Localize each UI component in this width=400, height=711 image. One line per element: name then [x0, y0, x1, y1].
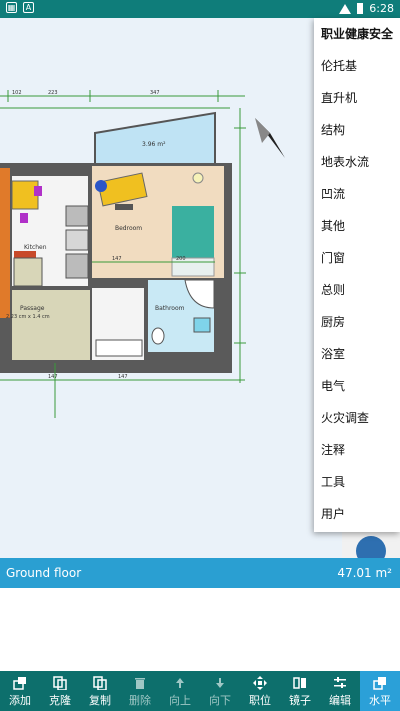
move-down-label: 向下	[209, 694, 231, 707]
sink	[65, 253, 89, 279]
menu-item[interactable]: 门窗	[314, 242, 400, 274]
menu-item[interactable]: 火灾调查	[314, 402, 400, 434]
menu-item[interactable]: 直升机	[314, 82, 400, 114]
add-icon	[13, 677, 26, 690]
kitchen-chair	[20, 213, 28, 223]
passage-closet	[13, 257, 43, 287]
battery-icon	[357, 3, 364, 14]
copy-button[interactable]: 复制	[80, 671, 120, 711]
desk-chair	[115, 204, 133, 210]
signal-icon	[339, 3, 352, 14]
kitchen-chair	[34, 186, 42, 196]
room-label-passage: Passage	[20, 305, 45, 312]
dimension-label: 147	[118, 374, 128, 380]
clock: 6:28	[369, 2, 394, 15]
menu-item[interactable]: 工具	[314, 466, 400, 498]
menu-item[interactable]: 结构	[314, 114, 400, 146]
room-label-bathroom: Bathroom	[155, 305, 185, 312]
arrow-down-icon	[216, 678, 224, 688]
bench	[95, 339, 143, 357]
clone-icon	[53, 676, 67, 690]
menu-item[interactable]: 其他	[314, 210, 400, 242]
menu-item[interactable]: 浴室	[314, 338, 400, 370]
stove	[65, 205, 89, 227]
lamp	[192, 172, 204, 184]
menu-item[interactable]: 凹流	[314, 178, 400, 210]
dimension-label: 223	[48, 90, 58, 96]
floor-bar[interactable]: Ground floor 47.01 m²	[0, 558, 400, 588]
clone-label: 克隆	[49, 694, 71, 707]
category-menu[interactable]: 职业健康安全 伦托基 直升机 结构 地表水流 凹流 其他 门窗 总则 厨房 浴室…	[314, 18, 400, 532]
layers-icon	[373, 677, 386, 690]
edit-label: 编辑	[329, 694, 351, 707]
bed	[172, 206, 214, 258]
dimension-label: 347	[150, 90, 160, 96]
bottom-toolbar: 添加 克隆 复制 删除 向上 向下 职位 镜子 编辑 水平	[0, 671, 400, 711]
copy-label: 复制	[89, 694, 111, 707]
floor-area: 47.01 m²	[337, 566, 392, 580]
menu-item[interactable]: 厨房	[314, 306, 400, 338]
delete-label: 删除	[129, 694, 151, 707]
menu-item[interactable]: 注释	[314, 434, 400, 466]
mirror-button[interactable]: 镜子	[280, 671, 320, 711]
copy-icon	[93, 676, 107, 690]
dimension-label: 200	[176, 256, 186, 262]
horizontal-label: 水平	[369, 694, 391, 707]
trash-icon	[135, 678, 145, 689]
passage-floor	[12, 290, 90, 360]
move-up-label: 向上	[169, 694, 191, 707]
floor-name: Ground floor	[6, 566, 82, 580]
dimension-label: 147	[112, 256, 122, 262]
clone-button[interactable]: 克隆	[40, 671, 80, 711]
passage-size-label: 2.23 cm x 1.4 cm	[6, 314, 50, 320]
notification-icon: ▦	[6, 2, 17, 13]
status-bar: ▦ A 6:28	[0, 0, 400, 18]
move-up-button[interactable]: 向上	[160, 671, 200, 711]
north-arrow-shadow	[255, 118, 270, 143]
position-button[interactable]: 职位	[240, 671, 280, 711]
delete-button[interactable]: 删除	[120, 671, 160, 711]
position-label: 职位	[249, 694, 271, 707]
add-label: 添加	[9, 694, 31, 707]
left-room	[0, 168, 10, 318]
washbasin	[193, 317, 211, 333]
menu-item[interactable]: 电气	[314, 370, 400, 402]
menu-item[interactable]: 用户	[314, 498, 400, 530]
menu-item[interactable]: 总则	[314, 274, 400, 306]
mirror-icon	[293, 677, 306, 689]
balcony-area-label: 3.96 m²	[142, 141, 166, 148]
horizontal-button[interactable]: 水平	[360, 671, 400, 711]
move-down-button[interactable]: 向下	[200, 671, 240, 711]
sliders-icon	[334, 677, 346, 688]
chair	[95, 180, 107, 192]
mirror-label: 镜子	[289, 694, 311, 707]
add-button[interactable]: 添加	[0, 671, 40, 711]
move-icon	[253, 676, 267, 690]
arrow-up-icon	[176, 678, 184, 688]
room-label-kitchen: Kitchen	[24, 244, 47, 251]
menu-item[interactable]: 伦托基	[314, 50, 400, 82]
dimension-label: 102	[12, 90, 22, 96]
edit-button[interactable]: 编辑	[320, 671, 360, 711]
menu-item[interactable]: 地表水流	[314, 146, 400, 178]
room-label-bedroom: Bedroom	[115, 225, 142, 232]
app-notification-icon: A	[23, 2, 34, 13]
dimension-label: 147	[48, 374, 58, 380]
toilet	[151, 327, 165, 345]
empty-panel	[0, 588, 400, 671]
counter	[65, 229, 89, 251]
menu-item-header[interactable]: 职业健康安全	[314, 18, 400, 50]
